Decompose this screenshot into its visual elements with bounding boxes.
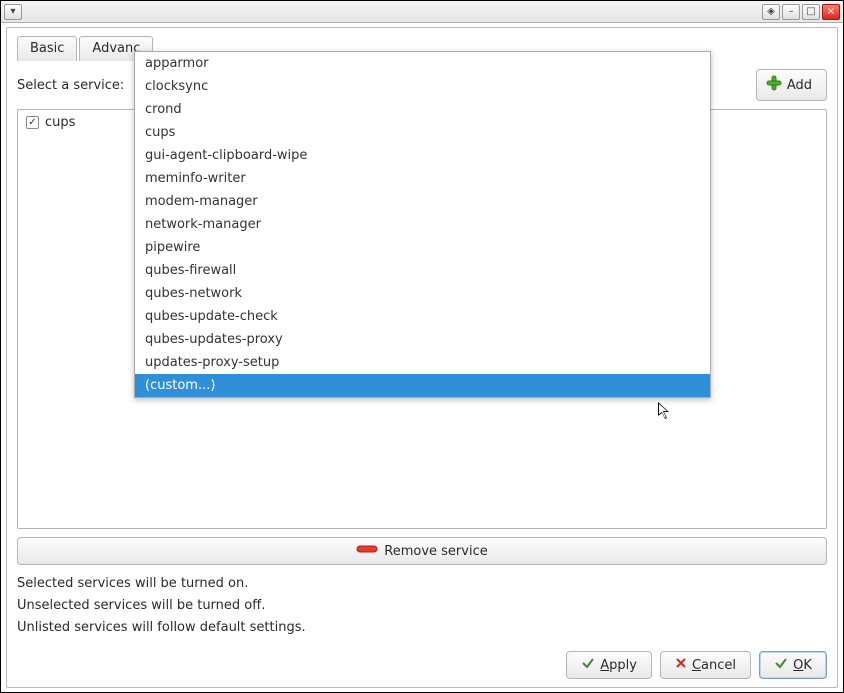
titlebar: ▾ ◈ – □ ×: [1, 1, 843, 23]
dropdown-item[interactable]: modem-manager: [135, 190, 710, 213]
window-frame: ▾ ◈ – □ × Basic Advanc Select a service:: [0, 0, 844, 693]
dropdown-item[interactable]: gui-agent-clipboard-wipe: [135, 144, 710, 167]
help-line-3: Unlisted services will follow default se…: [17, 617, 827, 639]
ok-icon: [774, 656, 788, 674]
inner-frame: Basic Advanc Select a service: Add: [6, 27, 838, 688]
add-button[interactable]: Add: [756, 69, 827, 101]
help-text: Selected services will be turned on. Uns…: [17, 573, 827, 639]
dropdown-item[interactable]: network-manager: [135, 213, 710, 236]
help-line-2: Unselected services will be turned off.: [17, 595, 827, 617]
dropdown-item[interactable]: cups: [135, 121, 710, 144]
dropdown-item[interactable]: meminfo-writer: [135, 167, 710, 190]
window-menu-button[interactable]: ▾: [4, 4, 22, 20]
dropdown-item[interactable]: apparmor: [135, 52, 710, 75]
window-close-button[interactable]: ×: [822, 4, 840, 20]
list-item-label: cups: [45, 115, 75, 130]
minus-icon: [356, 543, 378, 559]
cancel-button[interactable]: Cancel: [660, 651, 751, 679]
dropdown-item[interactable]: qubes-update-check: [135, 305, 710, 328]
cancel-label: Cancel: [692, 658, 736, 673]
client-area: Basic Advanc Select a service: Add: [1, 23, 843, 692]
tab-basic[interactable]: Basic: [17, 36, 77, 61]
x-icon: [675, 657, 687, 673]
plus-icon: [765, 74, 783, 96]
service-dropdown[interactable]: apparmorclocksynccrondcupsgui-agent-clip…: [134, 51, 711, 398]
dropdown-item[interactable]: qubes-firewall: [135, 259, 710, 282]
dropdown-item[interactable]: clocksync: [135, 75, 710, 98]
window-minimize-button[interactable]: –: [782, 4, 800, 20]
window-maximize-button[interactable]: □: [802, 4, 820, 20]
add-button-label: Add: [787, 78, 812, 93]
ok-label: OK: [793, 658, 812, 673]
dropdown-item[interactable]: qubes-updates-proxy: [135, 328, 710, 351]
apply-label: Apply: [600, 658, 637, 673]
dropdown-item[interactable]: qubes-network: [135, 282, 710, 305]
apply-button[interactable]: Apply: [566, 651, 652, 679]
dropdown-item[interactable]: (custom...): [135, 374, 710, 397]
remove-service-button[interactable]: Remove service: [17, 537, 827, 565]
footer-buttons: Apply Cancel OK: [566, 651, 827, 679]
dropdown-item[interactable]: crond: [135, 98, 710, 121]
window-shade-button[interactable]: ◈: [762, 4, 780, 20]
select-service-label: Select a service:: [17, 78, 124, 93]
ok-button[interactable]: OK: [759, 651, 827, 679]
check-icon: [581, 656, 595, 674]
remove-service-label: Remove service: [384, 544, 487, 559]
checkbox[interactable]: ✓: [26, 116, 39, 129]
help-line-1: Selected services will be turned on.: [17, 573, 827, 595]
dropdown-item[interactable]: updates-proxy-setup: [135, 351, 710, 374]
dropdown-item[interactable]: pipewire: [135, 236, 710, 259]
